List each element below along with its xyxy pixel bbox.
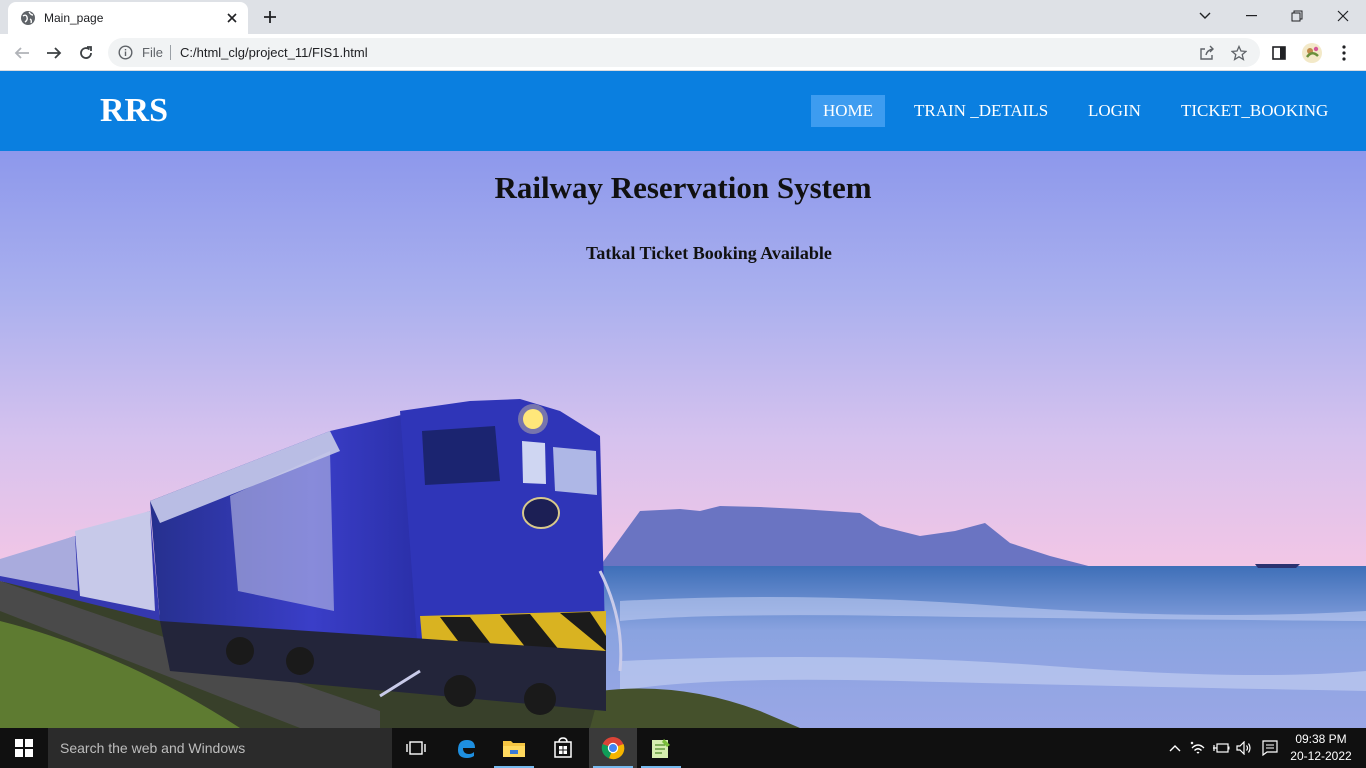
clock-time: 09:38 PM <box>1295 732 1347 746</box>
store-icon[interactable] <box>539 728 587 768</box>
url-scheme-label: File <box>142 45 163 60</box>
chrome-icon[interactable] <box>589 728 637 768</box>
file-explorer-icon[interactable] <box>490 728 538 768</box>
more-menu-icon[interactable] <box>1330 39 1358 67</box>
taskbar-clock[interactable]: 09:38 PM 20-12-2022 <box>1288 731 1354 765</box>
browser-tabstrip: Main_page <box>0 0 1366 34</box>
battery-icon[interactable] <box>1212 738 1230 758</box>
clock-date: 20-12-2022 <box>1290 749 1352 763</box>
web-page: RRS HOME TRAIN _DETAILS LOGIN TICKET_BOO… <box>0 71 1366 728</box>
hero-background-image <box>0 151 1366 728</box>
browser-tab[interactable]: Main_page <box>8 2 248 34</box>
wifi-icon[interactable] <box>1189 738 1207 758</box>
browser-toolbar: File C:/html_clg/project_11/FIS1.html <box>0 34 1366 71</box>
new-tab-icon[interactable] <box>258 6 282 28</box>
nav-home-link[interactable]: HOME <box>811 95 886 127</box>
info-icon[interactable] <box>118 45 133 60</box>
hero-subtitle: Tatkal Ticket Booking Available <box>586 243 832 263</box>
site-navbar: RRS HOME TRAIN _DETAILS LOGIN TICKET_BOO… <box>0 71 1366 151</box>
side-panel-icon[interactable] <box>1265 39 1293 67</box>
restore-icon[interactable] <box>1274 0 1320 32</box>
globe-icon <box>20 10 36 26</box>
hero-banner: Railway Reservation System Tatkal Ticket… <box>0 151 1366 728</box>
hero-title: Railway Reservation System <box>494 170 872 205</box>
profile-avatar[interactable] <box>1298 39 1326 67</box>
taskbar-search-placeholder: Search the web and Windows <box>60 740 246 756</box>
taskbar-search-box[interactable]: Search the web and Windows <box>48 728 392 768</box>
address-divider <box>170 45 171 60</box>
forward-arrow-icon[interactable] <box>40 39 68 67</box>
close-window-icon[interactable] <box>1320 0 1366 32</box>
reload-icon[interactable] <box>72 39 100 67</box>
windows-start-icon[interactable] <box>0 728 48 768</box>
volume-icon[interactable] <box>1235 738 1253 758</box>
bookmark-star-icon[interactable] <box>1230 44 1248 62</box>
nav-ticket-booking-link[interactable]: TICKET_BOOKING <box>1169 95 1340 127</box>
notepad-plus-icon[interactable] <box>637 728 685 768</box>
nav-login-link[interactable]: LOGIN <box>1076 95 1153 127</box>
tab-title: Main_page <box>44 11 104 25</box>
os-taskbar: Search the web and Windows 09:38 PM 20-1… <box>0 728 1366 768</box>
show-hidden-icons-chevron-up-icon[interactable] <box>1166 738 1184 758</box>
nav-train-details-link[interactable]: TRAIN _DETAILS <box>902 95 1060 127</box>
back-arrow-icon[interactable] <box>8 39 36 67</box>
tab-search-chevron-down-icon[interactable] <box>1182 0 1228 32</box>
close-tab-icon[interactable] <box>222 8 242 28</box>
task-view-icon[interactable] <box>392 728 440 768</box>
minimize-icon[interactable] <box>1228 0 1274 32</box>
site-brand-logo[interactable]: RRS <box>100 91 168 131</box>
share-icon[interactable] <box>1198 44 1216 62</box>
address-bar[interactable]: File C:/html_clg/project_11/FIS1.html <box>108 38 1260 67</box>
edge-browser-icon[interactable] <box>442 728 490 768</box>
url-text[interactable]: C:/html_clg/project_11/FIS1.html <box>180 44 368 61</box>
action-center-icon[interactable] <box>1261 738 1279 758</box>
